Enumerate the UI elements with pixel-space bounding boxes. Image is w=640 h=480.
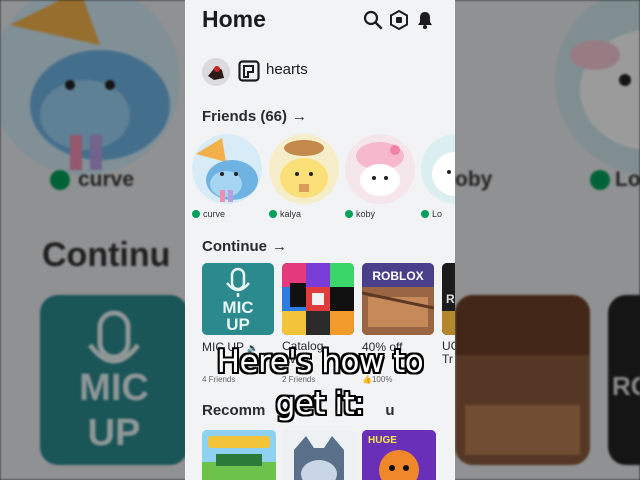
arrow-right-icon: → (272, 238, 287, 255)
friend-tile[interactable]: Lo (421, 134, 455, 224)
avatar[interactable] (202, 58, 230, 86)
friend-tile[interactable]: kalya (269, 134, 341, 224)
friend-tile[interactable]: koby (345, 134, 417, 224)
continue-title-text: Continue (202, 238, 267, 255)
friend-avatar (421, 134, 455, 204)
recommended-game-tile[interactable] (202, 430, 276, 480)
username: hearts (266, 61, 308, 78)
online-status-dot (269, 210, 277, 218)
continue-section-title[interactable]: Continue → (202, 238, 287, 255)
game-thumbnail: ROBLOX (362, 263, 434, 335)
friend-avatar (269, 134, 339, 204)
friend-name: curve (192, 209, 272, 219)
friend-name: Lo (421, 209, 455, 219)
tile-roblox-text: ROBLOX (446, 292, 455, 306)
video-caption-line-2: get it: (275, 386, 365, 422)
friend-name: koby (345, 209, 425, 219)
premium-icon (238, 60, 260, 82)
arrow-right-icon: → (292, 108, 308, 125)
game-thumbnail: ROBLOX (442, 263, 455, 335)
recommended-game-tile[interactable] (282, 430, 356, 480)
friends-title-text: Friends (66) (202, 108, 288, 125)
friend-tile[interactable]: curve (192, 134, 264, 224)
recommended-game-tile[interactable]: HUGE (362, 430, 436, 480)
online-status-dot (345, 210, 353, 218)
game-thumbnail: MIC UP (202, 263, 274, 335)
friend-avatar (345, 134, 415, 204)
friend-avatar (192, 134, 262, 204)
video-caption-line-1: Here's how to (216, 344, 424, 380)
tile-roblox-text: ROBLOX (372, 269, 423, 283)
online-status-dot (421, 210, 429, 218)
robux-icon[interactable] (389, 10, 409, 30)
online-status-dot (192, 210, 200, 218)
game-thumbnail (282, 263, 354, 335)
notification-bell-icon[interactable] (415, 10, 435, 30)
search-icon[interactable] (363, 10, 383, 30)
friends-section-title[interactable]: Friends (66) → (202, 108, 307, 125)
tile-up-text: UP (226, 315, 250, 334)
tile-huge-text: HUGE (368, 435, 397, 446)
page-title: Home (202, 6, 266, 32)
friend-name: kalya (269, 209, 349, 219)
